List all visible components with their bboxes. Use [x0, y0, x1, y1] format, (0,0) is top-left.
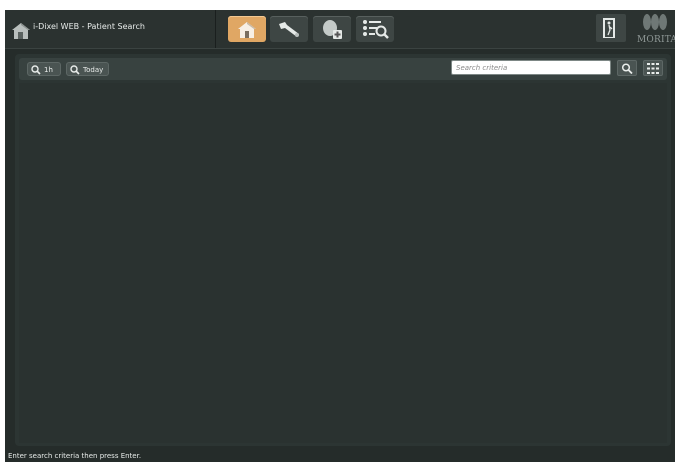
today-label: Today — [83, 66, 104, 74]
add-patient-button[interactable] — [313, 16, 351, 42]
search-list-button[interactable] — [356, 16, 394, 42]
app-window: i-Dixel WEB - Patient Search MORITA 1h T… — [5, 10, 675, 462]
logout-button[interactable] — [596, 14, 626, 42]
view-toggle-button[interactable] — [643, 60, 663, 76]
wrench-icon — [279, 22, 299, 37]
status-text: Enter search criteria then press Enter. — [8, 452, 142, 460]
settings-button[interactable] — [270, 16, 308, 42]
home-button[interactable] — [228, 16, 266, 42]
results-area — [19, 83, 667, 443]
search-panel: 1h Today — [15, 54, 671, 446]
search-input[interactable] — [451, 60, 611, 75]
divider — [215, 10, 216, 48]
filter-bar: 1h Today — [19, 58, 667, 80]
status-bar: Enter search criteria then press Enter. — [5, 451, 675, 462]
grid-view-icon — [647, 63, 659, 74]
window-title: i-Dixel WEB - Patient Search — [33, 22, 145, 31]
magnifier-icon — [70, 65, 80, 75]
magnifier-icon — [621, 63, 633, 74]
house-icon — [12, 23, 30, 39]
list-search-icon — [363, 20, 389, 39]
today-button[interactable]: Today — [66, 62, 109, 76]
magnifier-icon — [31, 65, 41, 75]
last-hour-button[interactable]: 1h — [27, 62, 61, 76]
title-bar: i-Dixel WEB - Patient Search MORITA — [5, 10, 675, 49]
search-button[interactable] — [617, 60, 637, 76]
house-icon — [238, 22, 256, 38]
exit-door-icon — [603, 18, 615, 38]
patient-add-icon — [323, 20, 342, 39]
last-hour-label: 1h — [44, 66, 53, 74]
brand-name: MORITA — [637, 35, 675, 45]
